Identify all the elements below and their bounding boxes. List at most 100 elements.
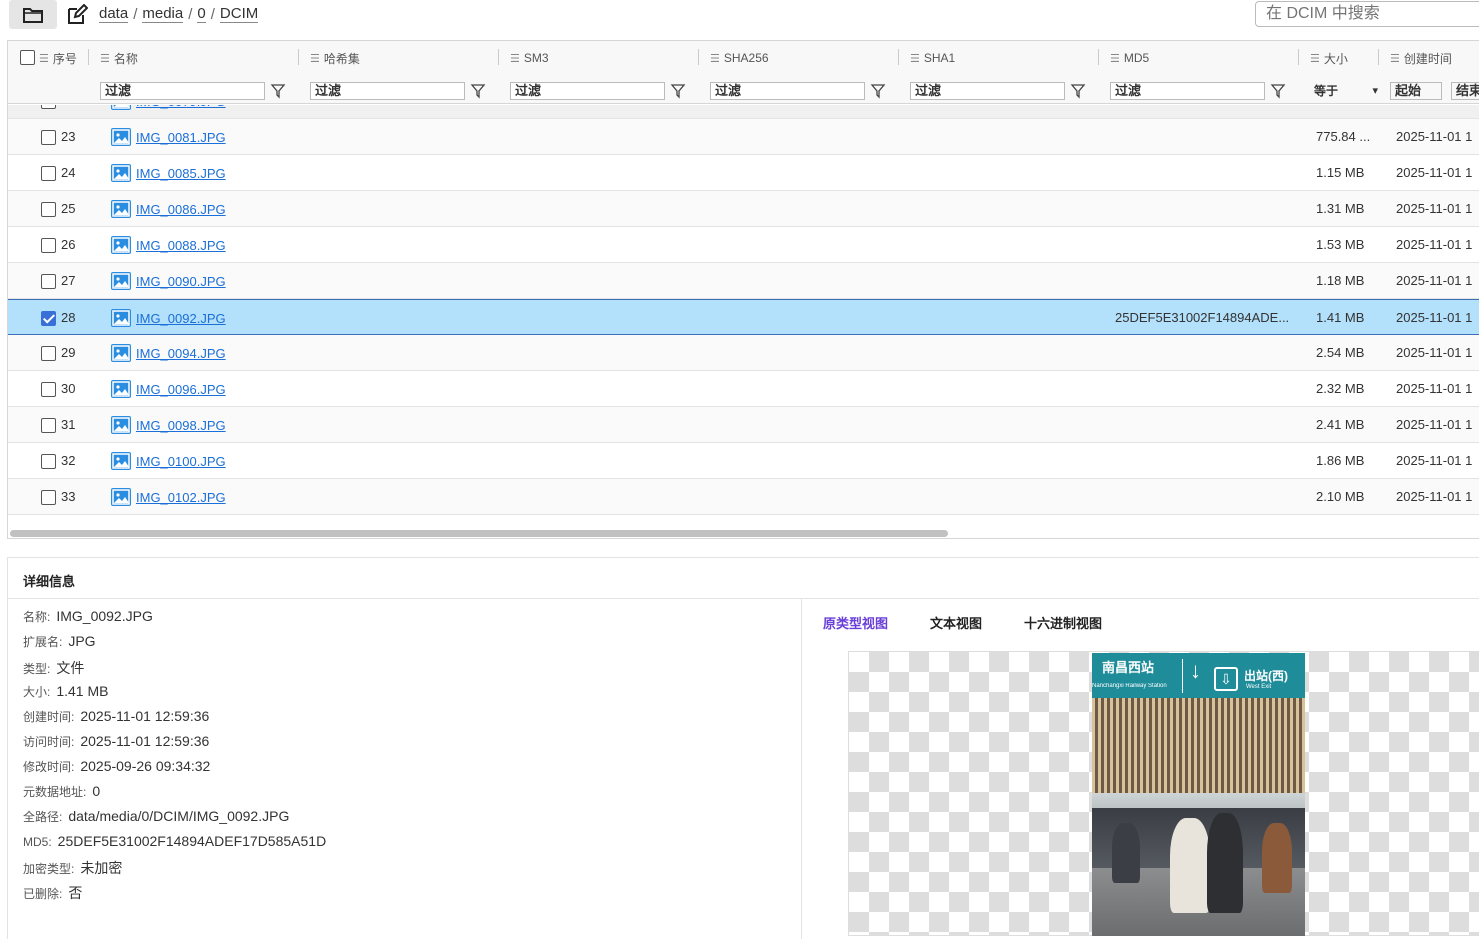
column-header-name[interactable]: ☰ 名称 [100, 49, 138, 67]
row-checkbox[interactable] [41, 130, 56, 145]
tab-original-view[interactable]: 原类型视图 [823, 613, 888, 632]
column-resize-handle[interactable] [1298, 49, 1299, 65]
filter-funnel-icon[interactable] [670, 82, 686, 100]
file-name-link[interactable]: IMG_0085.JPG [136, 166, 226, 181]
row-checkbox[interactable] [41, 454, 56, 469]
tab-hex-view[interactable]: 十六进制视图 [1024, 613, 1102, 632]
filter-funnel-icon[interactable] [470, 82, 486, 100]
property-key: 名称: [23, 610, 51, 624]
property-value: 否 [68, 885, 83, 901]
folder-icon [23, 7, 43, 23]
file-name-link[interactable]: IMG_0102.JPG [136, 490, 226, 505]
column-menu-icon[interactable]: ☰ [1390, 52, 1400, 65]
breadcrumb-separator: / [133, 5, 138, 23]
table-row[interactable]: 22 IMG_0079.JPG 746.22 ... 2025-11-01 1 [8, 105, 1479, 119]
image-file-icon [111, 452, 131, 470]
column-header-hashset[interactable]: ☰ 哈希集 [310, 49, 360, 67]
filter-funnel-icon[interactable] [1270, 82, 1286, 100]
table-row[interactable]: 23 IMG_0081.JPG 775.84 ... 2025-11-01 1 [8, 119, 1479, 155]
row-checkbox[interactable] [41, 346, 56, 361]
column-menu-icon[interactable]: ☰ [310, 52, 320, 65]
file-name-link[interactable]: IMG_0081.JPG [136, 130, 226, 145]
column-resize-handle[interactable] [88, 49, 89, 65]
property-value: JPG [68, 633, 96, 649]
search-input[interactable] [1255, 1, 1479, 27]
sign-station-cn: 南昌西站 [1102, 660, 1155, 675]
breadcrumb-media[interactable]: media [142, 5, 184, 23]
file-name-link[interactable]: IMG_0094.JPG [136, 346, 226, 361]
column-menu-icon[interactable]: ☰ [910, 52, 920, 65]
column-header-sha1[interactable]: ☰ SHA1 [910, 49, 955, 67]
created-start-input[interactable]: 起始 [1390, 82, 1442, 100]
filter-funnel-icon[interactable] [1070, 82, 1086, 100]
column-header-size[interactable]: ☰ 大小 [1310, 49, 1348, 67]
row-checkbox[interactable] [41, 418, 56, 433]
breadcrumb-data[interactable]: data [99, 5, 129, 23]
table-row[interactable]: 25 IMG_0086.JPG 1.31 MB 2025-11-01 1 [8, 191, 1479, 227]
column-menu-icon[interactable]: ☰ [510, 52, 520, 65]
hashset-filter-input[interactable]: 过滤 [310, 82, 465, 100]
column-menu-icon[interactable]: ☰ [39, 52, 49, 65]
table-row[interactable]: 30 IMG_0096.JPG 2.32 MB 2025-11-01 1 [8, 371, 1479, 407]
row-checkbox[interactable] [41, 202, 56, 217]
file-name-link[interactable]: IMG_0098.JPG [136, 418, 226, 433]
row-checkbox[interactable] [41, 490, 56, 505]
row-checkbox[interactable] [41, 382, 56, 397]
column-menu-icon[interactable]: ☰ [100, 52, 110, 65]
horizontal-scrollbar-thumb[interactable] [10, 530, 948, 537]
column-resize-handle[interactable] [898, 49, 899, 65]
property-row: 大小: 1.41 MB [23, 683, 326, 708]
breadcrumb-dcim[interactable]: DCIM [219, 5, 259, 23]
table-row[interactable]: 33 IMG_0102.JPG 2.10 MB 2025-11-01 1 [8, 479, 1479, 515]
filter-funnel-icon[interactable] [270, 82, 286, 100]
column-menu-icon[interactable]: ☰ [1110, 52, 1120, 65]
table-row[interactable]: 27 IMG_0090.JPG 1.18 MB 2025-11-01 1 [8, 263, 1479, 299]
table-row[interactable]: 29 IMG_0094.JPG 2.54 MB 2025-11-01 1 [8, 335, 1479, 371]
column-resize-handle[interactable] [298, 49, 299, 65]
name-filter-input[interactable]: 过滤 [100, 82, 265, 100]
folder-button[interactable] [9, 0, 57, 29]
column-header-index[interactable]: ☰ 序号 [39, 49, 77, 67]
file-name-link[interactable]: IMG_0092.JPG [136, 311, 226, 326]
table-row[interactable]: 26 IMG_0088.JPG 1.53 MB 2025-11-01 1 [8, 227, 1479, 263]
select-all-checkbox[interactable] [20, 50, 35, 65]
column-header-created[interactable]: ☰ 创建时间 [1390, 49, 1452, 67]
row-checkbox[interactable] [41, 311, 56, 326]
file-name-link[interactable]: IMG_0090.JPG [136, 274, 226, 289]
row-checkbox[interactable] [41, 166, 56, 181]
row-checkbox[interactable] [41, 105, 56, 109]
sm3-filter-input[interactable]: 过滤 [510, 82, 665, 100]
file-name-link[interactable]: IMG_0096.JPG [136, 382, 226, 397]
file-name-link[interactable]: IMG_0086.JPG [136, 202, 226, 217]
file-name-link[interactable]: IMG_0088.JPG [136, 238, 226, 253]
row-checkbox[interactable] [41, 238, 56, 253]
table-row[interactable]: 24 IMG_0085.JPG 1.15 MB 2025-11-01 1 [8, 155, 1479, 191]
column-menu-icon[interactable]: ☰ [710, 52, 720, 65]
size-cell: 775.84 ... [1316, 129, 1371, 144]
column-resize-handle[interactable] [498, 49, 499, 65]
sha256-filter-input[interactable]: 过滤 [710, 82, 865, 100]
table-row[interactable]: 32 IMG_0100.JPG 1.86 MB 2025-11-01 1 [8, 443, 1479, 479]
file-name-link[interactable]: IMG_0100.JPG [136, 454, 226, 469]
column-header-md5[interactable]: ☰ MD5 [1110, 49, 1149, 67]
sha1-filter-input[interactable]: 过滤 [910, 82, 1065, 100]
column-resize-handle[interactable] [1378, 49, 1379, 65]
size-operator-select[interactable]: 等于 ▾ [1310, 82, 1382, 100]
tab-text-view[interactable]: 文本视图 [930, 613, 982, 632]
created-end-input[interactable]: 结束 [1451, 82, 1479, 100]
column-menu-icon[interactable]: ☰ [1310, 52, 1320, 65]
column-resize-handle[interactable] [1098, 49, 1099, 65]
table-row[interactable]: 31 IMG_0098.JPG 2.41 MB 2025-11-01 1 [8, 407, 1479, 443]
created-cell: 2025-11-01 1 [1396, 453, 1473, 468]
filter-funnel-icon[interactable] [870, 82, 886, 100]
breadcrumb-0[interactable]: 0 [197, 5, 206, 23]
file-name-link[interactable]: IMG_0079.JPG [136, 105, 226, 109]
column-header-sm3[interactable]: ☰ SM3 [510, 49, 549, 67]
row-checkbox[interactable] [41, 274, 56, 289]
column-header-sha256[interactable]: ☰ SHA256 [710, 49, 769, 67]
table-row[interactable]: 28 IMG_0092.JPG 25DEF5E31002F14894ADE... 1.… [8, 299, 1479, 335]
breadcrumb-separator: / [188, 5, 193, 23]
edit-path-icon[interactable] [66, 3, 89, 26]
column-resize-handle[interactable] [698, 49, 699, 65]
md5-filter-input[interactable]: 过滤 [1110, 82, 1265, 100]
